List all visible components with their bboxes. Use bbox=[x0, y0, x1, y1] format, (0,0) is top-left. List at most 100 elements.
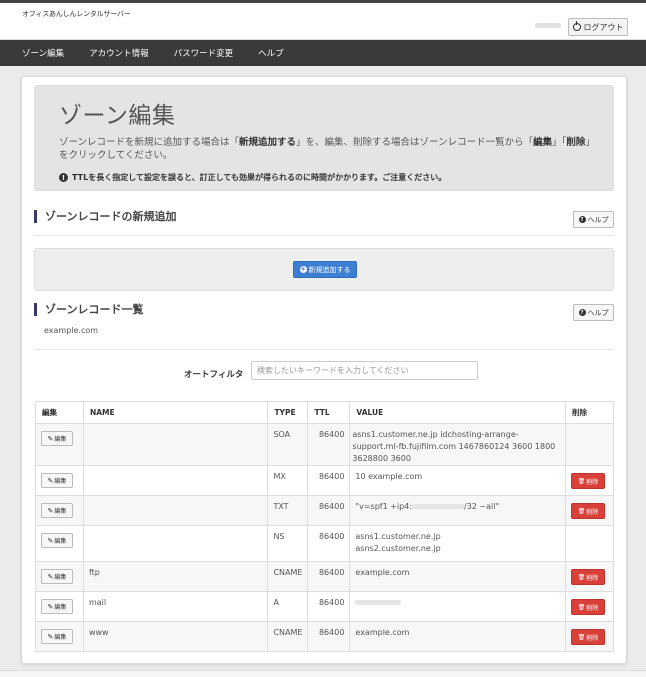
wrench-icon: ✎ bbox=[47, 476, 54, 485]
edit-button[interactable]: ✎ 編集 bbox=[41, 431, 73, 446]
nav-item-help[interactable]: ヘルプ bbox=[258, 47, 284, 59]
power-icon bbox=[572, 21, 581, 31]
domain-name: example.com bbox=[44, 326, 99, 335]
add-help-button[interactable]: ? ヘルプ bbox=[573, 211, 614, 228]
add-record-box: + 新規追加する bbox=[34, 248, 614, 291]
page-header-box: ゾーン編集 ゾーンレコードを新規に追加する場合は「新規追加する」を、編集、削除す… bbox=[34, 85, 614, 191]
record-name bbox=[89, 466, 262, 471]
footer-strip bbox=[0, 670, 646, 677]
edit-button[interactable]: ✎ 編集 bbox=[41, 569, 73, 584]
trash-icon: 🗑 bbox=[577, 573, 586, 581]
record-type: MX bbox=[273, 472, 286, 481]
delete-label: 削除 bbox=[586, 634, 599, 642]
name-cell bbox=[82, 423, 269, 466]
intro-text: ゾーンレコードを新規に追加する場合は「 bbox=[59, 137, 240, 148]
delete-label: 削除 bbox=[586, 478, 599, 486]
delete-label: 削除 bbox=[586, 574, 599, 582]
delete-button[interactable]: 🗑 削除 bbox=[570, 599, 605, 615]
record-ttl: 86400 bbox=[318, 502, 345, 511]
value-cell: example.com bbox=[349, 621, 566, 652]
delete-cell: 🗑 削除 bbox=[564, 591, 615, 622]
ttl-cell: 86400 bbox=[307, 465, 351, 496]
value-cell: example.com bbox=[349, 561, 566, 592]
table-row: ✎ 編集 NS 86400 asns1.customer.ne.jp asns2.c… bbox=[35, 525, 615, 562]
table-row: ✎ 編集 www CNAME 86400 example.com 🗑 削除 bbox=[35, 621, 615, 652]
edit-button[interactable]: ✎ 編集 bbox=[41, 533, 73, 548]
edit-button[interactable]: ✎ 編集 bbox=[41, 473, 73, 488]
table-row: ✎ 編集 TXT 86400 "v=spf1 +ip4: /32 ~all" 🗑 削除 bbox=[35, 495, 615, 526]
wrench-icon: ✎ bbox=[47, 434, 54, 443]
question-icon: ? bbox=[578, 216, 586, 223]
record-type: A bbox=[273, 598, 279, 607]
record-ttl: 86400 bbox=[318, 430, 345, 439]
notice-text: TTLを長く指定して設定を誤ると、訂正しても効果が得られるのに時間がかかります。… bbox=[72, 173, 447, 182]
record-type: CNAME bbox=[273, 628, 303, 637]
record-name: mail bbox=[88, 598, 107, 607]
nav-item-account-info[interactable]: アカウント情報 bbox=[89, 47, 149, 59]
nav-item-zone-edit[interactable]: ゾーン編集 bbox=[22, 47, 64, 59]
filter-input[interactable] bbox=[251, 361, 478, 380]
edit-label: 編集 bbox=[54, 436, 67, 443]
help-label: ヘルプ bbox=[587, 308, 609, 317]
record-ttl: 86400 bbox=[318, 532, 345, 541]
intro-text: 」を、編集、削除する場合はゾーンレコード一覧から「 bbox=[296, 137, 534, 148]
edit-cell: ✎ 編集 bbox=[35, 621, 84, 652]
type-cell: CNAME bbox=[267, 561, 309, 592]
edit-label: 編集 bbox=[54, 634, 67, 641]
redacted-ip bbox=[412, 504, 465, 509]
value-cell: asns1.customer.ne.jp asns2.customer.ne.jp bbox=[349, 525, 566, 562]
record-value: example.com bbox=[355, 568, 410, 577]
content-panel: ゾーン編集 ゾーンレコードを新規に追加する場合は「新規追加する」を、編集、削除す… bbox=[21, 76, 627, 664]
edit-label: 編集 bbox=[54, 508, 67, 515]
delete-button[interactable]: 🗑 削除 bbox=[570, 569, 605, 585]
record-name bbox=[89, 496, 262, 501]
trash-icon: 🗑 bbox=[577, 477, 586, 485]
delete-cell bbox=[564, 525, 615, 562]
record-value: "v=spf1 +ip4: /32 ~all" bbox=[355, 496, 560, 513]
ttl-notice: ! TTLを長く指定して設定を誤ると、訂正しても効果が得られるのに時間がかかりま… bbox=[59, 172, 446, 183]
record-ttl: 86400 bbox=[318, 598, 345, 607]
logout-button[interactable]: ログアウト bbox=[568, 18, 628, 36]
list-help-button[interactable]: ? ヘルプ bbox=[573, 304, 614, 321]
value-cell bbox=[349, 591, 566, 622]
edit-cell: ✎ 編集 bbox=[35, 423, 84, 466]
ttl-cell: 86400 bbox=[307, 621, 351, 652]
edit-button[interactable]: ✎ 編集 bbox=[41, 503, 73, 518]
nav-item-password-change[interactable]: パスワード変更 bbox=[174, 47, 234, 59]
value-cell: "v=spf1 +ip4: /32 ~all" bbox=[349, 495, 566, 526]
txt-value-prefix: "v=spf1 +ip4: bbox=[355, 502, 413, 511]
col-header-value: VALUE bbox=[349, 401, 566, 424]
type-cell: A bbox=[267, 591, 309, 622]
table-row: ✎ 編集 MX 86400 10 example.com 🗑 削除 bbox=[35, 465, 615, 496]
ttl-cell: 86400 bbox=[307, 423, 351, 466]
intro-bold-edit: 編集 bbox=[533, 137, 553, 148]
edit-cell: ✎ 編集 bbox=[35, 561, 84, 592]
edit-button[interactable]: ✎ 編集 bbox=[41, 599, 73, 614]
add-record-button[interactable]: + 新規追加する bbox=[293, 261, 357, 278]
delete-cell bbox=[564, 423, 615, 466]
delete-button[interactable]: 🗑 削除 bbox=[570, 503, 605, 519]
delete-cell: 🗑 削除 bbox=[564, 561, 615, 592]
type-cell: SOA bbox=[267, 423, 309, 466]
delete-button[interactable]: 🗑 削除 bbox=[570, 629, 605, 645]
record-value: asns1.customer.ne.jp asns2.customer.ne.jp bbox=[355, 526, 560, 555]
col-header-delete: 削除 bbox=[564, 401, 615, 424]
logout-label: ログアウト bbox=[583, 22, 624, 32]
value-cell: asns1.customer.ne.jp idchosting-arrange-… bbox=[349, 423, 566, 466]
wrench-icon: ✎ bbox=[47, 602, 54, 611]
edit-button[interactable]: ✎ 編集 bbox=[41, 629, 73, 644]
wrench-icon: ✎ bbox=[47, 572, 54, 581]
ttl-cell: 86400 bbox=[307, 591, 351, 622]
filter-label: オートフィルタ bbox=[184, 370, 244, 380]
wrench-icon: ✎ bbox=[47, 536, 54, 545]
table-row: ✎ 編集 mail A 86400 🗑 削除 bbox=[35, 591, 615, 622]
trash-icon: 🗑 bbox=[577, 603, 586, 611]
record-ttl: 86400 bbox=[318, 472, 345, 481]
delete-button[interactable]: 🗑 削除 bbox=[570, 473, 605, 489]
name-cell: www bbox=[82, 621, 269, 652]
user-name-redacted bbox=[535, 23, 561, 28]
add-section-title: ゾーンレコードの新規追加 bbox=[34, 210, 176, 223]
table-row: ✎ 編集 ftp CNAME 86400 example.com 🗑 削除 bbox=[35, 561, 615, 592]
page-intro: ゾーンレコードを新規に追加する場合は「新規追加する」を、編集、削除する場合はゾー… bbox=[59, 136, 599, 162]
intro-bold-add: 新規追加する bbox=[239, 137, 297, 148]
